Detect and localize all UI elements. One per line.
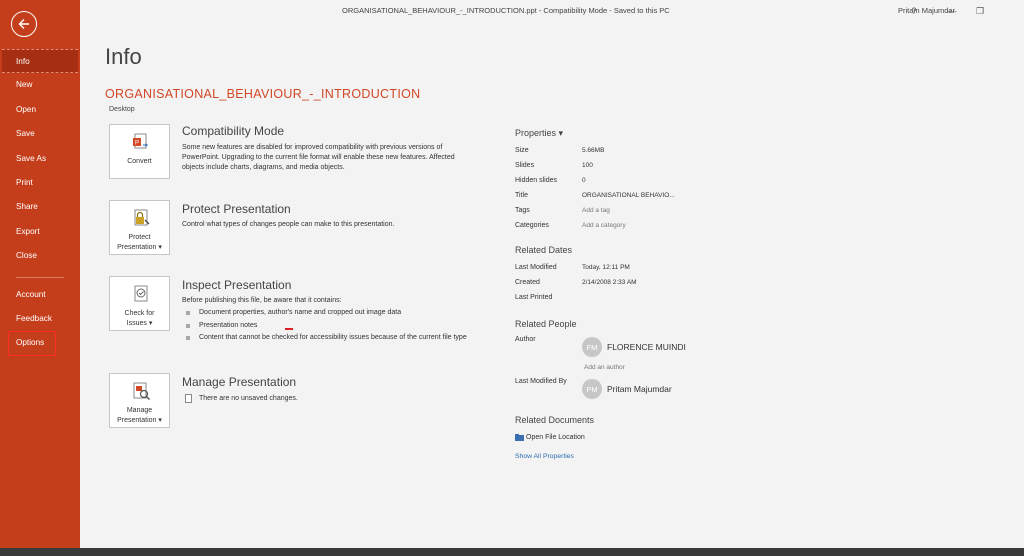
manage-presentation-icon (133, 382, 151, 401)
add-author-field[interactable]: Add an author (584, 364, 625, 371)
inspect-bullet: Document properties, author's name and c… (182, 308, 482, 318)
nav-share[interactable]: Share (0, 195, 80, 219)
manage-label-line1: Manage (126, 407, 153, 414)
last-modified-value: Today, 12:11 PM (582, 264, 630, 271)
check-for-issues-button[interactable]: Check for Issues ▾ (109, 276, 170, 331)
author-avatar: FM (582, 337, 602, 357)
modifier-avatar: PM (582, 379, 602, 399)
related-documents-heading: Related Documents (515, 415, 595, 425)
add-tag-field[interactable]: Add a tag (582, 207, 610, 214)
prop-categories-label: Categories (515, 222, 549, 229)
author-name: FLORENCE MUINDI (607, 342, 686, 352)
check-issues-label-line2: Issues ▾ (126, 319, 153, 327)
convert-icon: P (133, 133, 149, 149)
check-issues-label-line1: Check for (124, 310, 155, 317)
svg-text:P: P (135, 141, 139, 147)
prop-size-value: 5.66MB (582, 147, 605, 154)
manage-label: Manage Presentation ▾ (110, 406, 169, 425)
red-marker (285, 328, 293, 330)
window-title: ORGANISATIONAL_BEHAVIOUR_-_INTRODUCTION.… (342, 6, 670, 15)
manage-label-line2: Presentation ▾ (117, 416, 162, 424)
open-file-location-label: Open File Location (526, 434, 585, 441)
prop-tags-label: Tags (515, 207, 530, 214)
compat-heading: Compatibility Mode (182, 124, 285, 138)
last-printed-label: Last Printed (515, 294, 553, 301)
modifier-name: Pritam Majumdar (607, 384, 672, 394)
nav-divider (16, 276, 64, 278)
properties-panel: Properties ▾ Size 5.66MB Slides 100 Hidd… (515, 128, 755, 460)
manage-description-text: There are no unsaved changes. (199, 395, 298, 402)
document-icon (185, 394, 192, 403)
last-modified-by-label: Last Modified By (515, 378, 567, 385)
protect-label-line2: Presentation ▾ (117, 243, 162, 251)
nav-options[interactable]: Options (8, 331, 56, 356)
nav-open[interactable]: Open (0, 98, 80, 122)
inspect-bullet: Content that cannot be checked for acces… (182, 333, 482, 343)
backstage-sidebar: Info New Open Save Save As Print Share E… (0, 0, 80, 556)
protect-heading: Protect Presentation (182, 202, 291, 216)
title-bar: ORGANISATIONAL_BEHAVIOUR_-_INTRODUCTION.… (80, 0, 1024, 22)
prop-title-label: Title (515, 192, 528, 199)
convert-button[interactable]: P Convert (109, 124, 170, 179)
nav-export[interactable]: Export (0, 220, 80, 244)
related-dates-heading: Related Dates (515, 245, 573, 255)
prop-hidden-slides-label: Hidden slides (515, 177, 558, 184)
prop-title-value[interactable]: ORGANISATIONAL BEHAVIO... (582, 192, 675, 199)
protect-presentation-button[interactable]: Protect Presentation ▾ (109, 200, 170, 255)
protect-label-line1: Protect (128, 234, 151, 241)
help-button[interactable]: ? (904, 3, 924, 19)
prop-hidden-slides-value: 0 (582, 177, 586, 184)
prop-size-label: Size (515, 147, 529, 154)
prop-slides-label: Slides (515, 162, 535, 169)
nav-account[interactable]: Account (0, 283, 80, 307)
backstage-nav: Info New Open Save Save As Print Share E… (0, 49, 80, 356)
back-arrow-icon (18, 19, 29, 29)
created-label: Created (515, 279, 540, 286)
page-title: Info (105, 44, 142, 69)
related-people-heading: Related People (515, 319, 577, 329)
manage-presentation-button[interactable]: Manage Presentation ▾ (109, 373, 170, 428)
manage-description: There are no unsaved changes. (182, 394, 449, 404)
check-issues-icon (134, 285, 148, 302)
check-issues-label: Check for Issues ▾ (110, 309, 169, 328)
convert-label: Convert (127, 158, 152, 165)
created-value: 2/14/2008 2:33 AM (582, 279, 637, 286)
author-entry[interactable]: FM FLORENCE MUINDI (582, 337, 686, 357)
author-label: Author (515, 336, 536, 343)
lock-icon (134, 209, 150, 226)
open-file-location-link[interactable]: Open File Location (515, 434, 585, 441)
file-name: ORGANISATIONAL_BEHAVIOUR_-_INTRODUCTION (105, 87, 421, 101)
nav-print[interactable]: Print (0, 171, 80, 195)
restore-button[interactable]: ❐ (970, 3, 990, 19)
nav-info[interactable]: Info (2, 49, 78, 74)
manage-heading: Manage Presentation (182, 375, 297, 389)
inspect-intro: Before publishing this file, be aware th… (182, 297, 342, 304)
nav-new[interactable]: New (0, 73, 80, 97)
nav-save-as[interactable]: Save As (0, 147, 80, 171)
nav-save[interactable]: Save (0, 122, 80, 146)
protect-description: Control what types of changes people can… (182, 221, 395, 228)
folder-icon (515, 434, 524, 441)
nav-feedback[interactable]: Feedback (0, 307, 80, 331)
inspect-heading: Inspect Presentation (182, 278, 292, 292)
properties-heading[interactable]: Properties ▾ (515, 128, 755, 139)
taskbar (0, 548, 1024, 556)
inspect-bullets: Document properties, author's name and c… (182, 308, 482, 346)
compat-description: Some new features are disabled for impro… (182, 144, 455, 171)
back-button[interactable] (11, 11, 37, 37)
modifier-entry[interactable]: PM Pritam Majumdar (582, 379, 672, 399)
file-location[interactable]: Desktop (109, 106, 135, 113)
protect-label: Protect Presentation ▾ (110, 233, 169, 252)
prop-slides-value: 100 (582, 162, 593, 169)
nav-close[interactable]: Close (0, 244, 80, 268)
inspect-bullet: Presentation notes (182, 321, 482, 331)
show-all-properties-link[interactable]: Show All Properties (515, 453, 574, 460)
last-modified-label: Last Modified (515, 264, 557, 271)
add-category-field[interactable]: Add a category (582, 222, 626, 229)
minimize-button[interactable]: — (942, 3, 962, 19)
